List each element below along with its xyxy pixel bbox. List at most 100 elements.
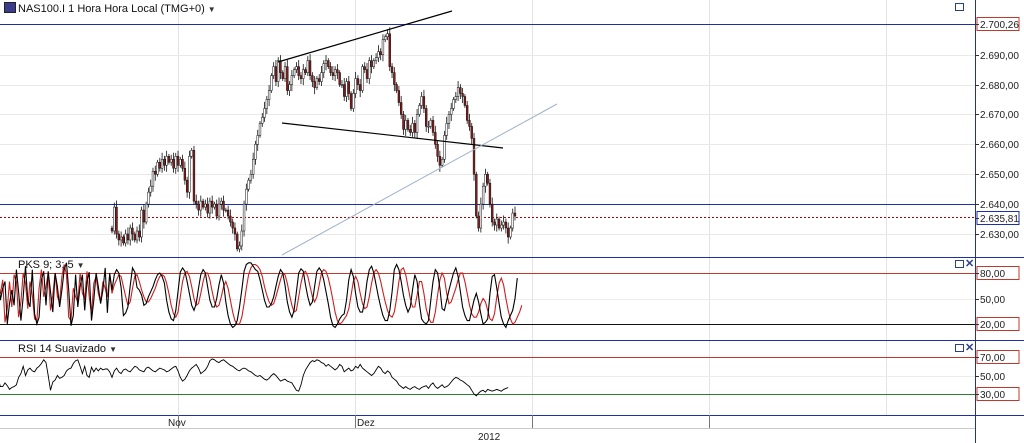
chevron-down-icon[interactable]: ▼ [208, 5, 216, 14]
candle-body [422, 96, 426, 109]
price-tick-label: 2.690,00 [980, 51, 1019, 62]
close-icon[interactable]: ✕ [965, 259, 974, 270]
candle-body [217, 203, 221, 217]
candle-body [386, 33, 389, 37]
candle-body [320, 72, 323, 82]
candle-body [151, 170, 155, 187]
candle-body [488, 182, 492, 205]
candle-body [477, 215, 480, 229]
candle-body [267, 90, 271, 100]
close-icon[interactable]: ✕ [965, 343, 974, 354]
candle-body [213, 203, 216, 208]
candle-body [475, 173, 478, 217]
candle-body [245, 188, 248, 205]
candle-body [131, 227, 134, 235]
maximize-icon[interactable] [955, 344, 964, 352]
candle-body [415, 114, 419, 133]
maximize-icon[interactable] [955, 3, 964, 11]
candle-body [167, 156, 171, 163]
candle-body [381, 39, 385, 55]
candle-body [340, 84, 344, 86]
candle-body [286, 66, 289, 91]
candle-body [311, 75, 314, 82]
rsi-tick-label: 30,00 [980, 390, 1005, 401]
candle-body [363, 66, 366, 70]
candle-body [133, 233, 136, 241]
candle-body [513, 212, 517, 217]
candle-body [204, 203, 207, 208]
candle-body [374, 57, 378, 61]
candle-body [454, 96, 457, 100]
candle-body [119, 236, 123, 241]
candle-body [368, 60, 371, 79]
candle-body [372, 60, 375, 67]
year-label: 2012 [478, 432, 501, 443]
candle-body [263, 108, 266, 118]
stochastic-header[interactable]: PKS 9; 3; 5 ▼ [18, 259, 85, 271]
candle-body [226, 209, 230, 217]
candle-body [176, 156, 180, 166]
candle-body [393, 72, 396, 85]
candle-body [135, 230, 139, 241]
candle-body [336, 69, 339, 73]
candle-body [349, 93, 353, 109]
candle-body [138, 230, 141, 238]
candle-body [236, 233, 239, 250]
candle-body [272, 66, 275, 76]
candle-body [252, 159, 255, 175]
chevron-down-icon[interactable]: ▼ [109, 345, 117, 354]
candle-body [288, 84, 291, 91]
candle-body [404, 120, 407, 130]
candle-body [413, 123, 416, 133]
candle-body [279, 60, 282, 73]
rsi-header[interactable]: RSI 14 Suavizado ▼ [18, 343, 117, 355]
candle-body [277, 60, 280, 82]
candle-body [188, 156, 191, 193]
candle-body [484, 173, 487, 187]
candle-body [254, 144, 257, 160]
candle-body [156, 162, 159, 175]
candle-body [411, 123, 414, 133]
candle-body [274, 66, 278, 82]
candle-body [347, 81, 350, 94]
candle-body [456, 87, 460, 97]
candle-body [261, 117, 264, 124]
candle-body [504, 221, 508, 229]
candle-body [345, 81, 348, 97]
candle-body [333, 69, 337, 76]
candle-body [318, 78, 321, 82]
candle-body [402, 114, 405, 130]
candle-body [185, 179, 189, 193]
candle-body [192, 150, 196, 202]
chevron-down-icon[interactable]: ▼ [77, 261, 85, 270]
candle-body [306, 60, 309, 73]
candle-body [208, 200, 212, 214]
candle-body [238, 245, 241, 250]
candle-body [418, 105, 421, 115]
main-symbol-header[interactable]: NAS100.I 1 Hora Hora Local (TMG+0) ▼ [4, 2, 216, 15]
stochastic-tick-label: 20,00 [980, 320, 1005, 331]
candle-body [231, 221, 234, 229]
candle-body [242, 203, 246, 232]
candle-body [292, 69, 296, 76]
stochastic-tick-label: 50,00 [980, 295, 1005, 306]
candle-body [229, 215, 232, 223]
candle-body [117, 233, 120, 241]
price-tick-label: 2.630,00 [980, 230, 1019, 241]
candle-body [290, 75, 294, 85]
candle-body [354, 78, 357, 94]
candle-body [154, 170, 157, 175]
candle-body [201, 200, 205, 208]
candle-body [395, 84, 398, 91]
candle-body [359, 84, 362, 91]
candle-body [315, 78, 319, 88]
candle-body [377, 51, 380, 58]
candle-body [199, 200, 202, 211]
candle-body [299, 75, 303, 79]
candle-body [172, 159, 175, 169]
candle-body [149, 185, 152, 193]
candle-body [324, 60, 328, 64]
candle-body [470, 126, 473, 139]
candle-body [308, 60, 312, 76]
maximize-icon[interactable] [955, 260, 964, 268]
